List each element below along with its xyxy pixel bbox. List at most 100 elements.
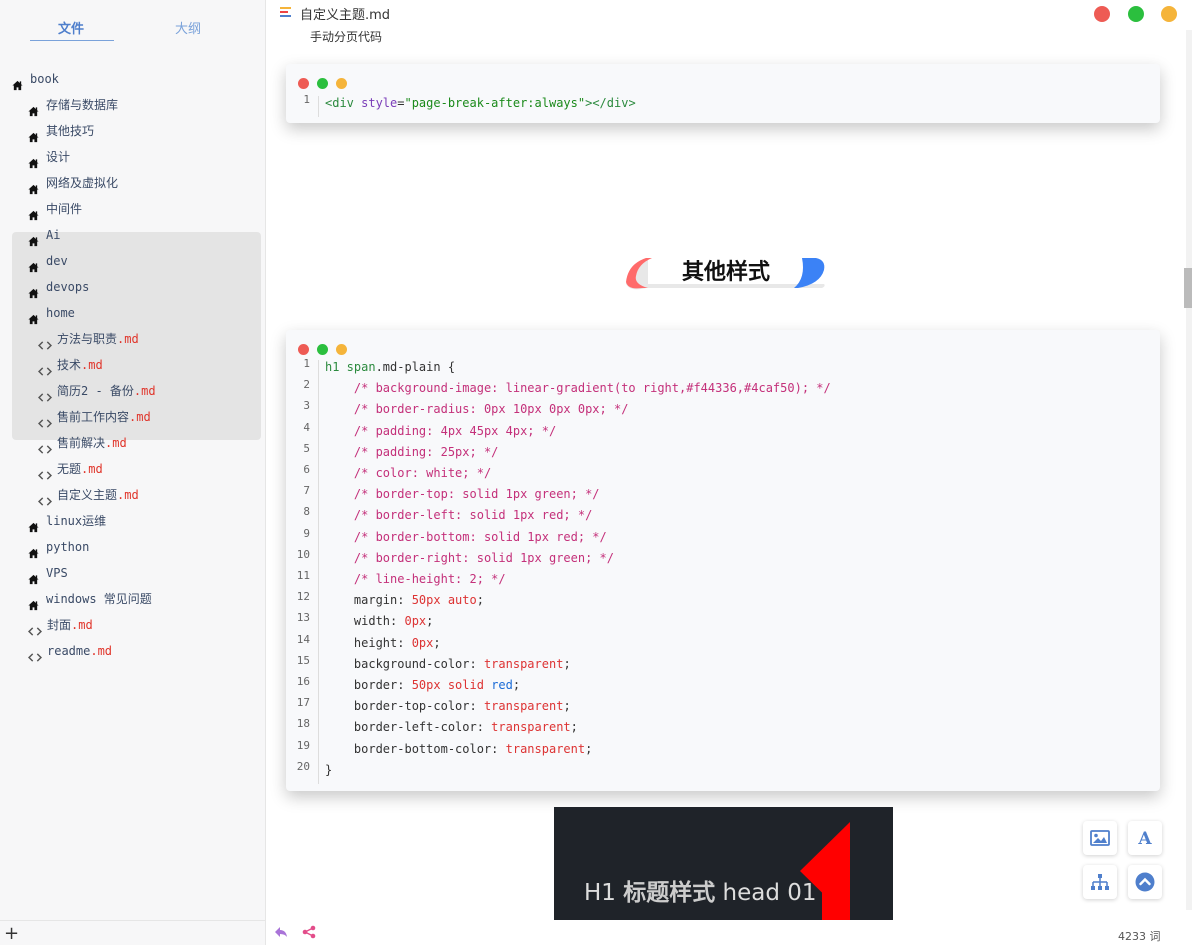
code-file-icon — [38, 386, 52, 402]
tree-item-label: 封面.md — [47, 618, 93, 632]
line-number: 20 — [296, 759, 310, 773]
tree-folder-item[interactable]: windows 常见问题 — [0, 586, 266, 612]
tree-folder-item[interactable]: 中间件 — [0, 196, 266, 222]
tree-folder-item[interactable]: VPS — [0, 560, 266, 586]
line-number: 5 — [303, 441, 310, 455]
tree-file-item[interactable]: readme.md — [0, 638, 266, 664]
scrollbar-thumb[interactable] — [1184, 268, 1192, 308]
tree-file-item[interactable]: 封面.md — [0, 612, 266, 638]
tree-folder-item[interactable]: 其他技巧 — [0, 118, 266, 144]
line-number: 17 — [296, 696, 310, 710]
code-line: /* padding: 25px; */ — [325, 444, 499, 459]
sidebar: 文件 大纲 book 存储与数据库其他技巧设计网络及虚拟化 中间件 Ai dev devo… — [0, 0, 266, 945]
line-number: 16 — [296, 675, 310, 688]
code-gutter-divider — [318, 360, 319, 784]
code-line: height: 0px; — [325, 635, 441, 650]
sitemap-icon — [1091, 874, 1109, 890]
home-icon — [28, 178, 39, 195]
maximize-button[interactable] — [1128, 6, 1144, 22]
line-number: 10 — [296, 547, 310, 561]
line-number: 2 — [303, 378, 310, 392]
tree-file-item[interactable]: 简历2 - 备份.md — [0, 378, 266, 404]
code-content[interactable]: 1 h1 span.md-plain {2 /* background-image… — [286, 357, 1160, 786]
code-content[interactable]: 1 <div style="page-break-after:always"></… — [286, 93, 1160, 118]
code-line: /* border-left: solid 1px red; */ — [325, 508, 593, 523]
home-icon — [28, 126, 39, 143]
code-block[interactable]: 1 <div style="page-break-after:always"></… — [286, 64, 1160, 123]
home-icon — [28, 100, 39, 117]
active-tab-underline — [30, 40, 114, 41]
line-number: 13 — [296, 611, 310, 625]
scroll-top-button[interactable] — [1128, 865, 1162, 899]
tree-item-label: 自定义主题.md — [57, 488, 139, 502]
code-file-icon — [38, 412, 52, 428]
sidebar-tabs: 文件 大纲 — [30, 18, 240, 42]
tree-file-item[interactable]: 无题.md — [0, 456, 266, 482]
share-icon[interactable] — [302, 925, 316, 939]
tree-item-label: python — [46, 540, 90, 554]
insert-image-button[interactable] — [1083, 821, 1117, 855]
file-icon — [280, 7, 291, 17]
svg-text:A: A — [1137, 829, 1152, 848]
section-heading: 其他样式 — [626, 256, 826, 292]
tree-folder-item[interactable]: linux运维 — [0, 508, 266, 534]
add-button[interactable]: + — [4, 924, 19, 944]
tree-file-item[interactable]: 方法与职责.md — [0, 326, 266, 352]
code-line: border: 50px solid red; — [325, 678, 521, 692]
tree-folder-item[interactable]: 网络及虚拟化 — [0, 170, 266, 196]
tree-item-label: home — [46, 306, 75, 320]
code-line: margin: 50px auto; — [325, 593, 484, 608]
home-icon — [28, 308, 39, 325]
tree-item-label: 无题.md — [57, 462, 103, 476]
tab-outline[interactable]: 大纲 — [175, 18, 201, 37]
tree-item-label: 存储与数据库 — [46, 98, 119, 112]
line-number: 14 — [296, 632, 310, 646]
minimize-button[interactable] — [1161, 6, 1177, 22]
home-icon — [28, 204, 39, 221]
tree-file-item[interactable]: 技术.md — [0, 352, 266, 378]
code-file-icon — [38, 490, 52, 506]
tree-folder-item[interactable]: Ai — [0, 222, 266, 248]
code-block-dots — [298, 340, 355, 355]
tree-file-item[interactable]: 售前解决.md — [0, 430, 266, 456]
code-line: /* border-radius: 0px 10px 0px 0px; */ — [325, 402, 629, 417]
tree-folder-item[interactable]: 存储与数据库 — [0, 92, 266, 118]
yellow-dot-icon — [336, 344, 347, 355]
tab-files[interactable]: 文件 — [58, 18, 84, 37]
tree-folder-item[interactable]: 设计 — [0, 144, 266, 170]
code-line: /* color: white; */ — [325, 466, 492, 480]
tree-item-label: 网络及虚拟化 — [46, 176, 119, 190]
tree-file-item[interactable]: 自定义主题.md — [0, 482, 266, 508]
home-icon — [28, 256, 39, 273]
close-button[interactable] — [1094, 6, 1110, 22]
tree-item-label: readme.md — [47, 644, 113, 658]
code-file-icon — [38, 464, 52, 480]
code-gutter-divider — [318, 96, 319, 118]
tree-folder-item[interactable]: book — [0, 66, 266, 92]
code-block[interactable]: 1 h1 span.md-plain {2 /* background-image… — [286, 330, 1160, 791]
font-button[interactable]: A — [1128, 821, 1162, 855]
code-line: /* border-bottom: solid 1px red; */ — [325, 529, 607, 544]
code-file-icon — [28, 620, 42, 636]
reply-icon[interactable] — [274, 926, 288, 938]
tree-folder-item[interactable]: devops — [0, 274, 266, 300]
tree-item-label: 售前解决.md — [57, 436, 127, 450]
code-file-icon — [38, 438, 52, 454]
tree-item-label: 中间件 — [46, 202, 83, 216]
code-line: border-top-color: transparent; — [325, 699, 571, 714]
word-count: 4233 词 — [1118, 930, 1161, 943]
tree-folder-item[interactable]: dev — [0, 248, 266, 274]
tree-folder-item[interactable]: python — [0, 534, 266, 560]
home-icon — [28, 230, 39, 247]
tree-file-item[interactable]: 售前工作内容.md — [0, 404, 266, 430]
outline-tree-button[interactable] — [1083, 865, 1117, 899]
tree-item-label: dev — [46, 254, 68, 268]
line-number: 18 — [296, 717, 310, 731]
tree-item-label: book — [30, 72, 59, 86]
line-number: 9 — [303, 526, 310, 540]
scrollbar-track[interactable] — [1186, 30, 1192, 910]
code-line: /* padding: 4px 45px 4px; */ — [325, 423, 557, 438]
tree-folder-item[interactable]: home — [0, 300, 266, 326]
line-number: 1 — [303, 357, 310, 370]
tree-item-label: 设计 — [46, 150, 71, 164]
